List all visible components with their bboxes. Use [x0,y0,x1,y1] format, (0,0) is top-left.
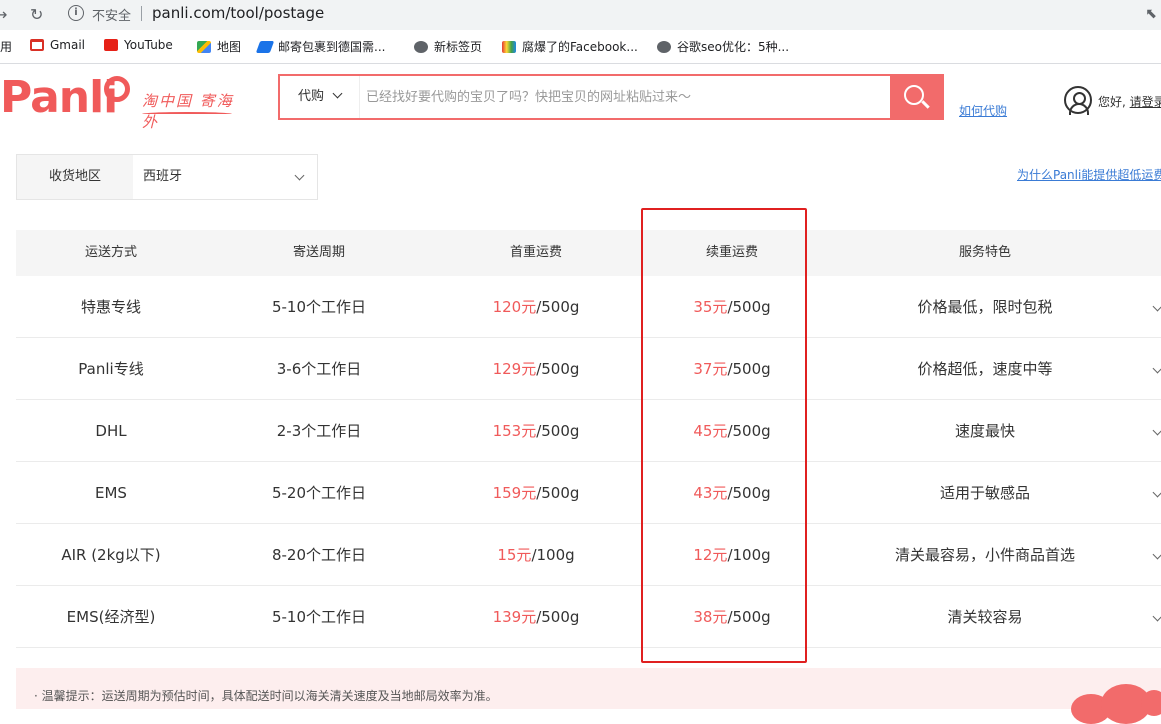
login-link[interactable]: 请登录 [1130,95,1161,109]
header-first-weight: 首重运费 [509,245,562,260]
cell-first-fee: 159元/500g [492,484,580,502]
bookmark-apps[interactable]: 用 [0,38,12,55]
chevron-down-icon[interactable] [294,170,305,181]
cell-method: 特惠专线 [80,298,141,316]
url-text[interactable]: panli.com/tool/postage [152,4,324,22]
search-button[interactable] [890,74,944,120]
panli-logo[interactable]: Panli 淘中国 寄海外 [0,72,240,131]
chevron-down-icon[interactable] [1152,363,1161,374]
cell-first-fee: 15元/100g [497,546,575,564]
logo-sun-icon [104,76,130,102]
cell-feature: 速度最快 [954,422,1015,440]
chevron-down-icon[interactable] [1152,301,1161,312]
bookmark-icon [255,41,275,53]
tip-text: · 温馨提示：运送周期为预估时间，具体配送时间以海关清关速度及当地邮局效率为准。 [34,689,498,703]
table-row[interactable]: 特惠专线 5-10个工作日 120元/500g 35元/500g 价格最低，限时… [16,276,1161,338]
bookmark-gmail[interactable]: Gmail [30,38,85,52]
bookmark-parcel[interactable]: 邮寄包裹到德国需... [255,38,385,55]
cell-period: 2-3个工作日 [276,422,362,440]
chevron-down-icon[interactable] [1152,425,1161,436]
cell-method: EMS [95,484,127,502]
cell-first-fee: 153元/500g [492,422,580,440]
header-period: 寄送周期 [292,245,345,260]
cell-feature: 适用于敏感品 [939,484,1030,502]
chevron-down-icon[interactable] [1152,487,1161,498]
bookmark-seo[interactable]: 谷歌seo优化：5种... [657,38,789,55]
table-row[interactable]: AIR (2kg以下) 8-20个工作日 15元/100g 12元/100g 清… [16,524,1161,586]
cell-next-fee: 12元/100g [693,546,771,564]
reload-icon[interactable]: ↻ [30,5,43,24]
cell-feature: 价格超低，速度中等 [917,360,1053,378]
cell-first-fee: 120元/500g [492,298,580,316]
table-header: 运送方式 寄送周期 首重运费 续重运费 服务特色 [16,230,1161,276]
cell-next-fee: 45元/500g [693,422,771,440]
user-avatar-icon[interactable] [1064,86,1092,115]
cell-method: DHL [95,422,127,440]
cell-period: 8-20个工作日 [271,546,367,564]
bookmark-facebook[interactable]: 腐爆了的Facebook... [502,38,638,55]
url-bar[interactable]: i 不安全 panli.com/tool/postage [60,2,1161,26]
bookmarks-bar: 用 Gmail YouTube 地图 邮寄包裹到德国需... 新标签页 腐爆了的… [0,30,1161,64]
table-row[interactable]: EMS(经济型) 5-10个工作日 139元/500g 38元/500g 清关较… [16,586,1161,648]
info-icon[interactable]: i [68,5,84,21]
tip-banner: · 温馨提示：运送周期为预估时间，具体配送时间以海关清关速度及当地邮局效率为准。 [16,668,1161,724]
region-select[interactable]: 收货地区 西班牙 [16,154,318,200]
table-row[interactable]: EMS 5-20个工作日 159元/500g 43元/500g 适用于敏感品 [16,462,1161,524]
colorful-icon [502,41,516,53]
cell-first-fee: 129元/500g [492,360,580,378]
cell-first-fee: 139元/500g [492,608,580,626]
gmail-icon [30,39,44,51]
cell-next-fee: 38元/500g [693,608,771,626]
cell-method: Panli专线 [78,360,144,378]
chevron-down-icon[interactable] [1152,611,1161,622]
how-to-buy-link[interactable]: 如何代购 [959,102,1007,119]
greeting: 您好, 请登录 [1098,93,1161,110]
cell-next-fee: 35元/500g [693,298,771,316]
header-feature: 服务特色 [958,245,1011,260]
browser-address-bar: → ↻ i 不安全 panli.com/tool/postage ⬉ [0,0,1161,30]
bookmark-youtube[interactable]: YouTube [104,38,173,52]
logo-text: Panli [0,72,118,123]
why-low-shipping-link[interactable]: 为什么Panli能提供超低运费 [1017,166,1161,183]
cell-feature: 清关较容易 [947,608,1023,626]
search-icon-handle [921,100,930,109]
cell-period: 3-6个工作日 [276,360,362,378]
table-row[interactable]: Panli专线 3-6个工作日 129元/500g 37元/500g 价格超低，… [16,338,1161,400]
cell-period: 5-20个工作日 [271,484,367,502]
chevron-down-icon [332,88,343,99]
region-value[interactable]: 西班牙 [143,155,182,199]
logo-swoosh [142,112,232,116]
youtube-icon [104,39,118,51]
security-label: 不安全 [92,9,132,24]
search-box: 代购 [278,74,944,120]
cell-feature: 清关最容易，小件商品首选 [894,546,1075,564]
table-row[interactable]: DHL 2-3个工作日 153元/500g 45元/500g 速度最快 [16,400,1161,462]
globe-icon [414,41,428,53]
cell-method: EMS(经济型) [66,608,156,626]
bookmark-new-tab[interactable]: 新标签页 [414,38,482,55]
logo-slogan: 淘中国 寄海外 [142,92,234,131]
header-method: 运送方式 [84,245,137,260]
region-label: 收货地区 [17,155,133,199]
globe-icon [657,41,671,53]
shipping-table: 运送方式 寄送周期 首重运费 续重运费 服务特色 特惠专线 5-10个工作日 1… [16,230,1161,648]
cell-next-fee: 43元/500g [693,484,771,502]
cell-next-fee: 37元/500g [693,360,771,378]
url-separator [141,6,142,21]
cell-feature: 价格最低，限时包税 [917,298,1053,316]
bookmark-maps[interactable]: 地图 [197,38,241,55]
header-next-weight: 续重运费 [705,245,758,260]
cell-period: 5-10个工作日 [271,298,367,316]
cell-period: 5-10个工作日 [271,608,367,626]
decoration-icon [1071,684,1161,724]
maps-icon [197,41,211,53]
cursor-icon: ⬉ [1145,6,1157,22]
cell-method: AIR (2kg以下) [61,546,161,564]
chevron-down-icon[interactable] [1152,549,1161,560]
back-arrow-icon[interactable]: → [0,5,7,24]
search-type-select[interactable]: 代购 [280,76,360,118]
search-input[interactable] [366,84,876,110]
